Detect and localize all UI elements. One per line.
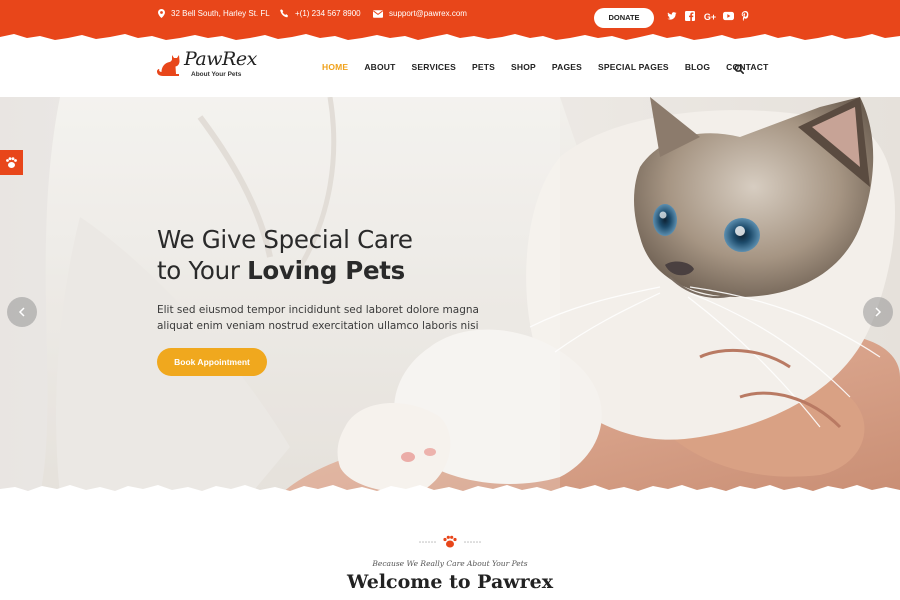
nav-item-pages[interactable]: PAGES: [552, 62, 582, 72]
search-button[interactable]: [734, 61, 746, 74]
cat-logo-icon: [157, 55, 180, 76]
side-panel-toggle[interactable]: [0, 150, 23, 175]
phone-icon: [280, 9, 289, 18]
twitter-icon[interactable]: [667, 11, 679, 23]
social-links: G+: [667, 11, 759, 23]
youtube-icon[interactable]: [723, 11, 735, 23]
envelope-icon: [373, 9, 383, 18]
hero-slider: We Give Special Care to Your Loving Pets…: [0, 97, 900, 495]
nav-item-services[interactable]: SERVICES: [412, 62, 456, 72]
nav-item-blog[interactable]: BLOG: [685, 62, 710, 72]
google-plus-icon[interactable]: G+: [703, 11, 717, 23]
map-pin-icon: [158, 9, 165, 18]
facebook-icon[interactable]: [685, 11, 697, 23]
main-nav: HOME ABOUT SERVICES PETS SHOP PAGES SPEC…: [322, 62, 785, 72]
donate-button[interactable]: DONATE: [594, 8, 654, 28]
logo[interactable]: PawRex About Your Pets: [157, 48, 257, 82]
phone-text: +(1) 234 567 8900: [295, 9, 361, 18]
slider-prev-button[interactable]: [7, 297, 37, 327]
phone-info[interactable]: +(1) 234 567 8900: [280, 9, 361, 18]
chevron-right-icon: [875, 307, 882, 317]
welcome-subtitle: Because We Really Care About Your Pets: [372, 559, 528, 568]
hero-title: We Give Special Care to Your Loving Pets: [157, 224, 413, 286]
logo-tagline: About Your Pets: [191, 71, 242, 78]
nav-item-shop[interactable]: SHOP: [511, 62, 536, 72]
hero-cat-image: [0, 97, 900, 495]
email-text: support@pawrex.com: [389, 9, 467, 18]
nav-item-pets[interactable]: PETS: [472, 62, 495, 72]
nav-item-about[interactable]: ABOUT: [364, 62, 395, 72]
nav-item-contact[interactable]: CONTACT: [726, 62, 768, 72]
paw-icon: [6, 157, 17, 168]
book-appointment-button[interactable]: Book Appointment: [157, 348, 267, 376]
hero-title-line2: to Your Loving Pets: [157, 255, 413, 286]
chevron-left-icon: [18, 307, 25, 317]
hero-title-prefix: to Your: [157, 256, 248, 285]
torn-edge-divider: [0, 28, 900, 40]
nav-item-home[interactable]: HOME: [322, 62, 348, 72]
search-icon: [734, 64, 744, 74]
hero-title-line1: We Give Special Care: [157, 225, 413, 254]
pinterest-icon[interactable]: [741, 11, 753, 23]
address-info: 32 Bell South, Harley St. FL: [158, 9, 270, 18]
logo-text: PawRex: [184, 48, 257, 70]
paw-divider: [418, 534, 482, 550]
nav-item-special-pages[interactable]: SPECIAL PAGES: [598, 62, 669, 72]
address-text: 32 Bell South, Harley St. FL: [171, 9, 270, 18]
welcome-title: Welcome to Pawrex: [346, 571, 554, 593]
slider-next-button[interactable]: [863, 297, 893, 327]
hero-description: Elit sed eiusmod tempor incididunt sed l…: [157, 304, 479, 332]
hero-title-emphasis: Loving Pets: [247, 256, 405, 285]
paw-divider-icon: [419, 535, 481, 548]
email-info[interactable]: support@pawrex.com: [373, 9, 467, 18]
